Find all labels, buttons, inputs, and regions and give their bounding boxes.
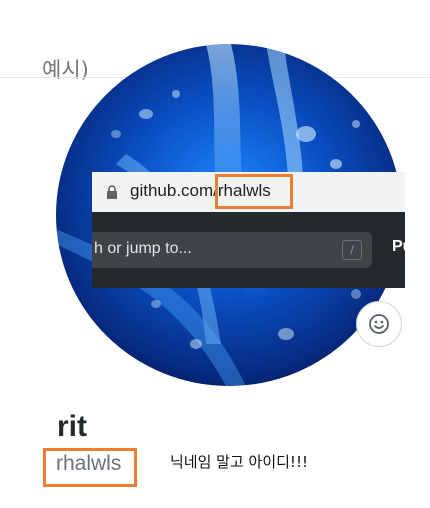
search-placeholder: h or jump to... [94, 240, 192, 257]
url-path-highlight [215, 174, 293, 209]
set-status-button[interactable] [356, 301, 402, 347]
username-highlight [43, 448, 137, 487]
example-label: 예시) [42, 58, 89, 82]
slash-key-hint: / [342, 240, 362, 260]
github-header: h or jump to... / Pull [92, 212, 405, 288]
profile-display-name: rit [57, 410, 87, 443]
lock-icon [107, 185, 117, 199]
page: 예시) github.com/rhalwls h or jump to... /… [0, 0, 430, 508]
nav-pull-requests[interactable]: Pull [392, 238, 405, 256]
annotation-note: 닉네임 말고 아이디!!! [170, 453, 308, 471]
smiley-icon [369, 314, 389, 334]
search-input[interactable]: h or jump to... / [92, 232, 372, 268]
url-domain: github.com [130, 181, 214, 200]
